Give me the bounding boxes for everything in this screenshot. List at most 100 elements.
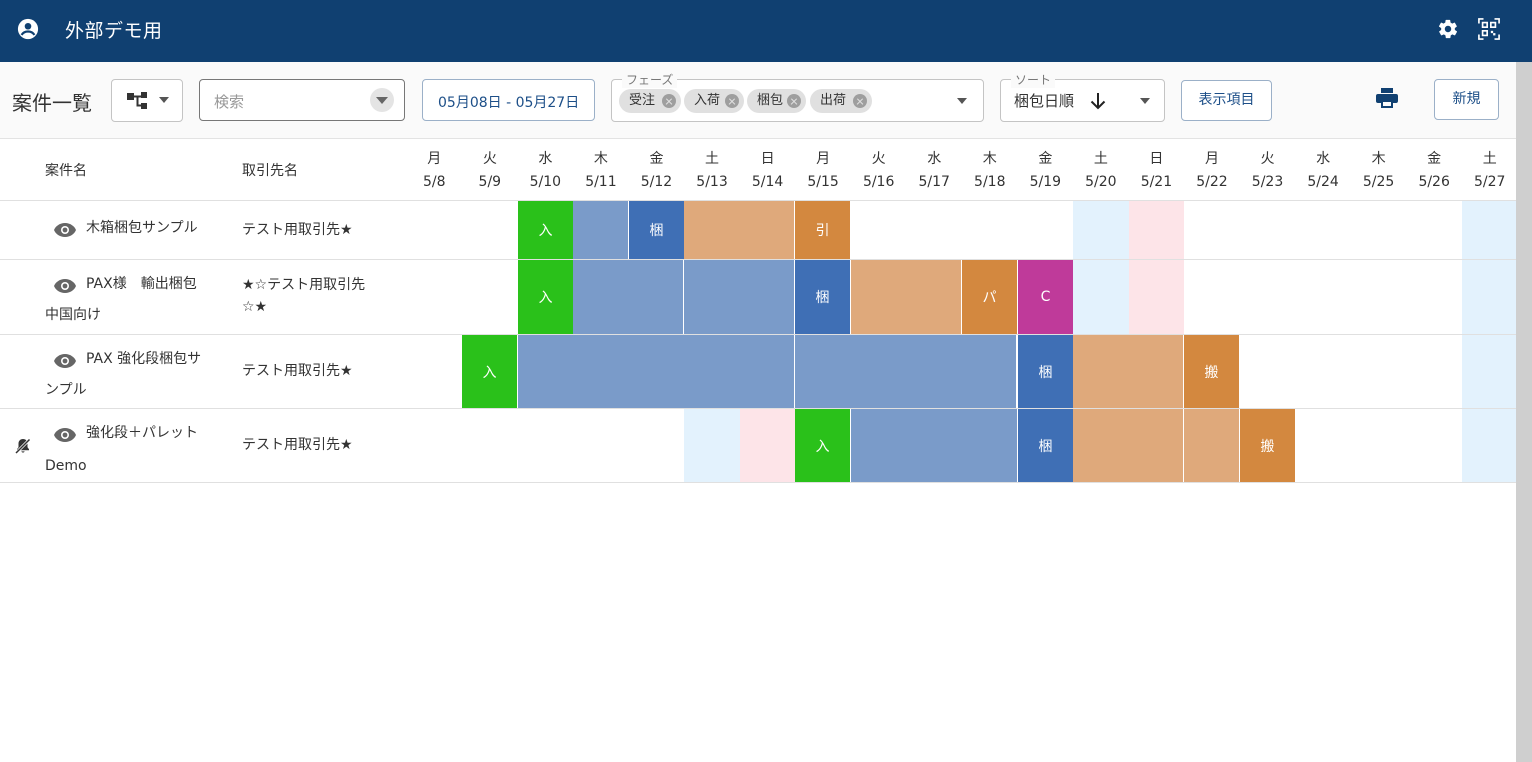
search-placeholder: 検索 <box>214 93 245 111</box>
app-title: 外部デモ用 <box>65 20 163 42</box>
day-of-week: 月 <box>427 151 442 167</box>
day-date: 5/25 <box>1362 174 1395 190</box>
day-of-week: 木 <box>1371 151 1386 167</box>
phase-chip[interactable]: 出荷 <box>810 89 872 113</box>
day-of-week: 金 <box>649 151 664 167</box>
eye-icon[interactable] <box>53 427 77 443</box>
day-date: 5/20 <box>1085 174 1117 190</box>
day-of-week: 金 <box>1038 151 1053 167</box>
phase-select[interactable]: フェーズ 受注 入荷 梱包 出荷 <box>611 71 984 122</box>
account-circle-icon[interactable] <box>17 18 39 40</box>
page-title: 案件一覧 <box>12 91 92 115</box>
day-date: 5/23 <box>1251 174 1284 190</box>
gear-icon[interactable] <box>1437 18 1459 40</box>
table-row[interactable]: PAX様 輸出梱包 中国向け ★☆テスト用取引先 ☆★ <box>0 260 1516 334</box>
client-name: テスト用取引先★ <box>242 437 353 453</box>
day-of-week: 水 <box>1316 151 1331 167</box>
chip-remove-icon[interactable] <box>787 94 801 108</box>
day-date: 5/21 <box>1140 174 1173 190</box>
search-input[interactable]: 検索 <box>199 79 405 121</box>
alarm-off-icon[interactable] <box>14 437 32 455</box>
day-date: 5/11 <box>585 174 617 190</box>
day-header: 土 5/20 <box>1073 148 1129 190</box>
account-tree-icon <box>127 92 147 109</box>
day-header: 土 5/13 <box>684 148 740 190</box>
chevron-down-icon <box>159 97 169 103</box>
day-date: 5/22 <box>1196 174 1228 190</box>
project-name[interactable]: 強化段＋パレット <box>86 418 198 449</box>
chevron-down-icon <box>376 97 388 104</box>
date-range-button[interactable]: 05月08日 - 05月27日 <box>422 79 595 121</box>
client-name: ★☆テスト用取引先 <box>242 277 366 293</box>
tree-view-button[interactable] <box>111 79 183 122</box>
table-row[interactable]: PAX 強化段梱包サ ンプル テスト用取引先★ <box>0 335 1516 408</box>
table-row[interactable]: 強化段＋パレット Demo テスト用取引先★ <box>0 409 1516 482</box>
day-of-week: 金 <box>1427 151 1442 167</box>
day-header: 水 5/17 <box>906 148 962 190</box>
phase-chip[interactable]: 入荷 <box>684 89 744 113</box>
chip-remove-icon[interactable] <box>662 94 676 108</box>
column-header-project-name[interactable]: 案件名 <box>45 160 87 180</box>
print-icon[interactable] <box>1376 88 1398 108</box>
day-date: 5/13 <box>696 174 728 190</box>
day-of-week: 土 <box>1482 151 1497 167</box>
day-date: 5/15 <box>807 174 839 190</box>
day-header: 水 5/24 <box>1295 148 1351 190</box>
day-of-week: 月 <box>816 151 831 167</box>
day-header: 金 5/12 <box>628 148 684 190</box>
day-date: 5/14 <box>751 174 784 190</box>
day-header: 金 5/19 <box>1017 148 1073 190</box>
day-date: 5/16 <box>862 174 895 190</box>
search-dropdown-button[interactable] <box>370 88 394 112</box>
day-header: 木 5/25 <box>1351 148 1407 190</box>
toolbar: 案件一覧 検索 05月08日 - 05月27日 フェーズ 受注 入荷 梱包 出荷 <box>0 62 1516 139</box>
chevron-down-icon <box>1140 98 1150 104</box>
day-header: 日 5/14 <box>740 148 796 190</box>
chip-remove-icon[interactable] <box>725 94 739 108</box>
day-of-week: 土 <box>1093 151 1108 167</box>
eye-icon[interactable] <box>53 353 77 369</box>
project-name[interactable]: PAX 強化段梱包サ <box>86 344 201 375</box>
arrow-down-icon[interactable] <box>1089 92 1107 110</box>
day-of-week: 土 <box>705 151 720 167</box>
day-of-week: 日 <box>760 151 775 167</box>
qr-code-scan-icon[interactable] <box>1478 18 1500 40</box>
day-of-week: 月 <box>1204 151 1219 167</box>
sort-select[interactable]: ソート 梱包日順 <box>1000 71 1165 122</box>
table-row[interactable]: 木箱梱包サンプル テスト用取引先★ <box>0 201 1516 259</box>
day-of-week: 火 <box>482 151 497 167</box>
eye-icon[interactable] <box>53 222 77 238</box>
day-header: 木 5/18 <box>962 148 1018 190</box>
day-header: 月 5/15 <box>795 148 851 190</box>
day-of-week: 火 <box>1260 151 1275 167</box>
project-name[interactable]: 木箱梱包サンプル <box>86 213 198 244</box>
display-items-button[interactable]: 表示項目 <box>1181 80 1272 121</box>
day-header: 土 5/27 <box>1462 148 1518 190</box>
row-divider <box>0 482 1516 483</box>
project-name-line2: Demo <box>45 458 87 474</box>
project-name-line2: ンプル <box>45 382 87 398</box>
day-date: 5/9 <box>478 174 502 190</box>
day-header: 火 5/16 <box>851 148 907 190</box>
day-of-week: 火 <box>871 151 886 167</box>
project-name[interactable]: PAX様 輸出梱包 <box>86 269 197 300</box>
date-range-text: 05月08日 - 05月27日 <box>438 95 580 111</box>
day-date: 5/19 <box>1029 174 1062 190</box>
day-header: 金 5/26 <box>1406 148 1462 190</box>
project-name-line2: 中国向け <box>45 307 101 323</box>
phase-chip[interactable]: 受注 <box>619 89 681 113</box>
eye-icon[interactable] <box>53 278 77 294</box>
column-header-client-name[interactable]: 取引先名 <box>242 160 298 180</box>
chip-remove-icon[interactable] <box>853 94 867 108</box>
day-date: 5/8 <box>423 174 446 190</box>
day-of-week: 木 <box>982 151 997 167</box>
client-name: テスト用取引先★ <box>242 363 353 379</box>
phase-label: フェーズ <box>622 71 678 88</box>
day-of-week: 日 <box>1149 151 1164 167</box>
day-date: 5/27 <box>1473 174 1506 190</box>
day-header: 日 5/21 <box>1128 148 1184 190</box>
phase-chip[interactable]: 梱包 <box>747 89 806 113</box>
vertical-scrollbar[interactable] <box>1516 62 1532 762</box>
new-button[interactable]: 新規 <box>1434 79 1499 120</box>
sort-value: 梱包日順 <box>1014 92 1075 110</box>
